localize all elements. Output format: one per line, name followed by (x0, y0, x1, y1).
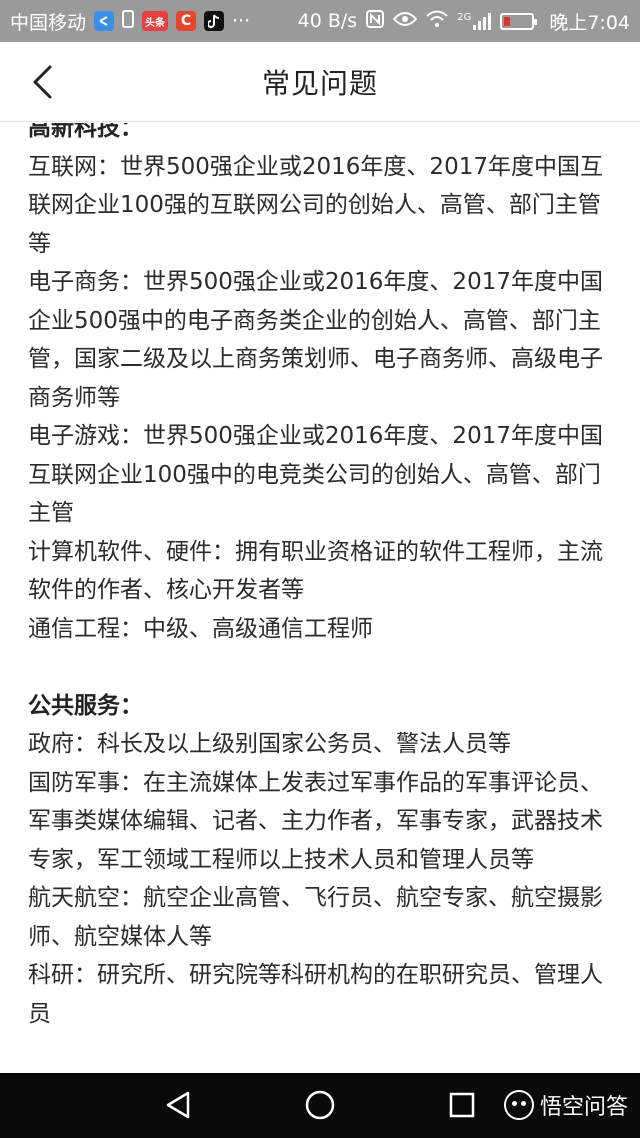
nfc-icon (366, 9, 385, 33)
list-item: 航天航空：航空企业高管、飞行员、航空专家、航空摄影师、航空媒体人等 (28, 885, 603, 950)
network-type-label: 2G (457, 12, 472, 23)
list-item: 国防军事：在主流媒体上发表过军事作品的军事评论员、军事类媒体编辑、记者、主力作者… (28, 769, 603, 873)
wifi-icon (426, 10, 448, 33)
c-app-label: C (180, 13, 192, 29)
triangle-back-icon (166, 1091, 190, 1119)
carrier-label: 中国移动 (10, 11, 87, 34)
section-title: 公共服务： (28, 692, 143, 719)
chevron-left-icon (33, 65, 52, 99)
battery-icon (500, 12, 538, 30)
nav-back-button[interactable] (158, 1085, 198, 1125)
toutiao-icon: 头条 (142, 11, 169, 31)
list-item: 电子商务：世界500强企业或2016年度、2017年度中国企业500强中的电子商… (28, 269, 603, 411)
page-title: 常见问题 (261, 66, 378, 100)
list-item: 科研：研究所、研究院等科研机构的在职研究员、管理人员 (28, 962, 603, 1027)
toutiao-badge-label: 头条 (145, 17, 166, 29)
navigation-bar: 悟空问答 (0, 1073, 640, 1138)
section-title: 高新科技： (28, 123, 143, 141)
list-item: 计算机软件、硬件：拥有职业资格证的软件工程师，主流软件的作者、核心开发者等 (28, 538, 603, 604)
clock: 晚上7:04 (549, 11, 630, 34)
status-bar: 中国移动 头条 C ··· 40 B/s 2G 晚上7:04 (0, 0, 640, 42)
faq-content[interactable]: 高新科技： 互联网：世界500强企业或2016年度、2017年度中国互联网企业1… (0, 123, 640, 1073)
list-item: 通信工程：中级、高级通信工程师 (28, 615, 373, 642)
more-icon: ··· (232, 10, 251, 32)
signal-icon: 2G (457, 12, 492, 30)
eye-icon (392, 10, 418, 32)
list-item: 政府：科长及以上级别国家公务员、警法人员等 (28, 731, 511, 757)
nav-recent-button[interactable] (442, 1085, 482, 1125)
c-app-icon: C (176, 11, 197, 31)
list-item: 电子游戏：世界500强企业或2016年度、2017年度中国互联网企业100强中的… (28, 423, 603, 526)
circle-home-icon (305, 1090, 335, 1120)
network-speed: 40 B/s (297, 10, 358, 32)
sim-icon (122, 9, 135, 33)
watermark-text: 悟空问答 (539, 1095, 628, 1120)
wukong-logo-icon (503, 1090, 534, 1120)
back-button[interactable] (22, 62, 62, 102)
list-item: 互联网：世界500强企业或2016年度、2017年度中国互联网企业100强的互联… (28, 153, 603, 257)
watermark: 悟空问答 (503, 1089, 628, 1121)
tiktok-icon (204, 11, 225, 31)
header: 常见问题 (0, 42, 640, 122)
nav-home-button[interactable] (300, 1085, 340, 1125)
square-recent-icon (449, 1092, 475, 1118)
section-public-service: 公共服务： 政府：科长及以上级别国家公务员、警法人员等 国防军事：在主流媒体上发… (28, 687, 612, 1034)
share-icon (94, 11, 115, 31)
section-high-tech: 高新科技： 互联网：世界500强企业或2016年度、2017年度中国互联网企业1… (28, 123, 612, 648)
